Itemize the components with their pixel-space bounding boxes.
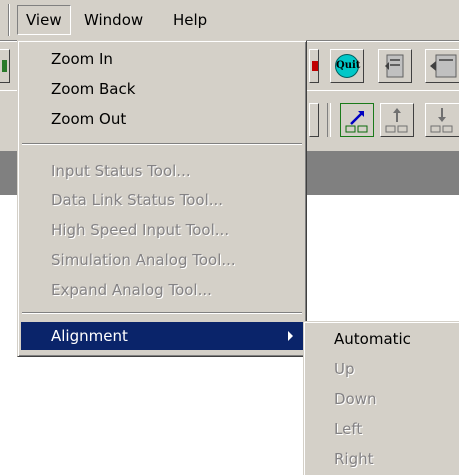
menu-bar: View Window Help: [0, 0, 459, 41]
menu-item-high-speed-input-tool[interactable]: High Speed Input Tool...: [21, 216, 303, 244]
alignment-submenu: Automatic Up Down Left Right: [303, 321, 459, 475]
menu-help[interactable]: Help: [165, 5, 215, 35]
submenu-item-right[interactable]: Right: [307, 444, 459, 474]
menu-item-zoom-in[interactable]: Zoom In: [21, 45, 303, 73]
quit-button[interactable]: Quit: [330, 49, 364, 83]
submenu-item-left[interactable]: Left: [307, 414, 459, 444]
menu-window[interactable]: Window: [76, 5, 151, 35]
menu-item-alignment-label: Alignment: [51, 327, 128, 345]
menubar-edge: [0, 4, 9, 36]
red-icon: [312, 61, 318, 71]
page-icon: [430, 54, 457, 78]
menu-item-simulation-analog-tool[interactable]: Simulation Analog Tool...: [21, 246, 303, 274]
submenu-item-down[interactable]: Down: [307, 384, 459, 414]
align-up-button[interactable]: [380, 103, 414, 137]
view-menu: Zoom In Zoom Back Zoom Out Input Status …: [17, 40, 307, 357]
menu-item-data-link-status-tool[interactable]: Data Link Status Tool...: [21, 186, 303, 214]
toolbar-separator: [327, 103, 331, 137]
menu-separator: [22, 312, 302, 314]
align-down-button[interactable]: [425, 103, 459, 137]
toolbar-button-partial-2[interactable]: [309, 103, 319, 137]
menu-view[interactable]: View: [17, 5, 71, 35]
page-forward-button[interactable]: [425, 49, 459, 83]
page-back-button[interactable]: [378, 49, 412, 83]
application-window: View Window Help Quit Zoom In Zoom Back …: [0, 0, 459, 475]
submenu-item-up[interactable]: Up: [307, 354, 459, 384]
align-up-icon: [385, 108, 408, 133]
menu-item-input-status-tool[interactable]: Input Status Tool...: [21, 157, 303, 185]
menu-item-alignment[interactable]: Alignment: [21, 322, 303, 350]
page-icon: [385, 54, 404, 78]
green-icon: [2, 60, 7, 72]
menu-item-expand-analog-tool[interactable]: Expand Analog Tool...: [21, 276, 303, 304]
menu-separator: [22, 143, 302, 145]
submenu-arrow-icon: [288, 331, 293, 341]
menu-item-zoom-back[interactable]: Zoom Back: [21, 75, 303, 103]
toolbar-button-partial[interactable]: [0, 49, 10, 83]
quit-icon: Quit: [335, 54, 360, 78]
toolbar-button-red[interactable]: [309, 49, 319, 83]
align-auto-icon: [345, 111, 368, 133]
submenu-item-automatic[interactable]: Automatic: [307, 324, 459, 354]
menu-item-zoom-out[interactable]: Zoom Out: [21, 105, 303, 133]
align-auto-button[interactable]: [340, 103, 374, 137]
align-down-icon: [430, 108, 453, 133]
